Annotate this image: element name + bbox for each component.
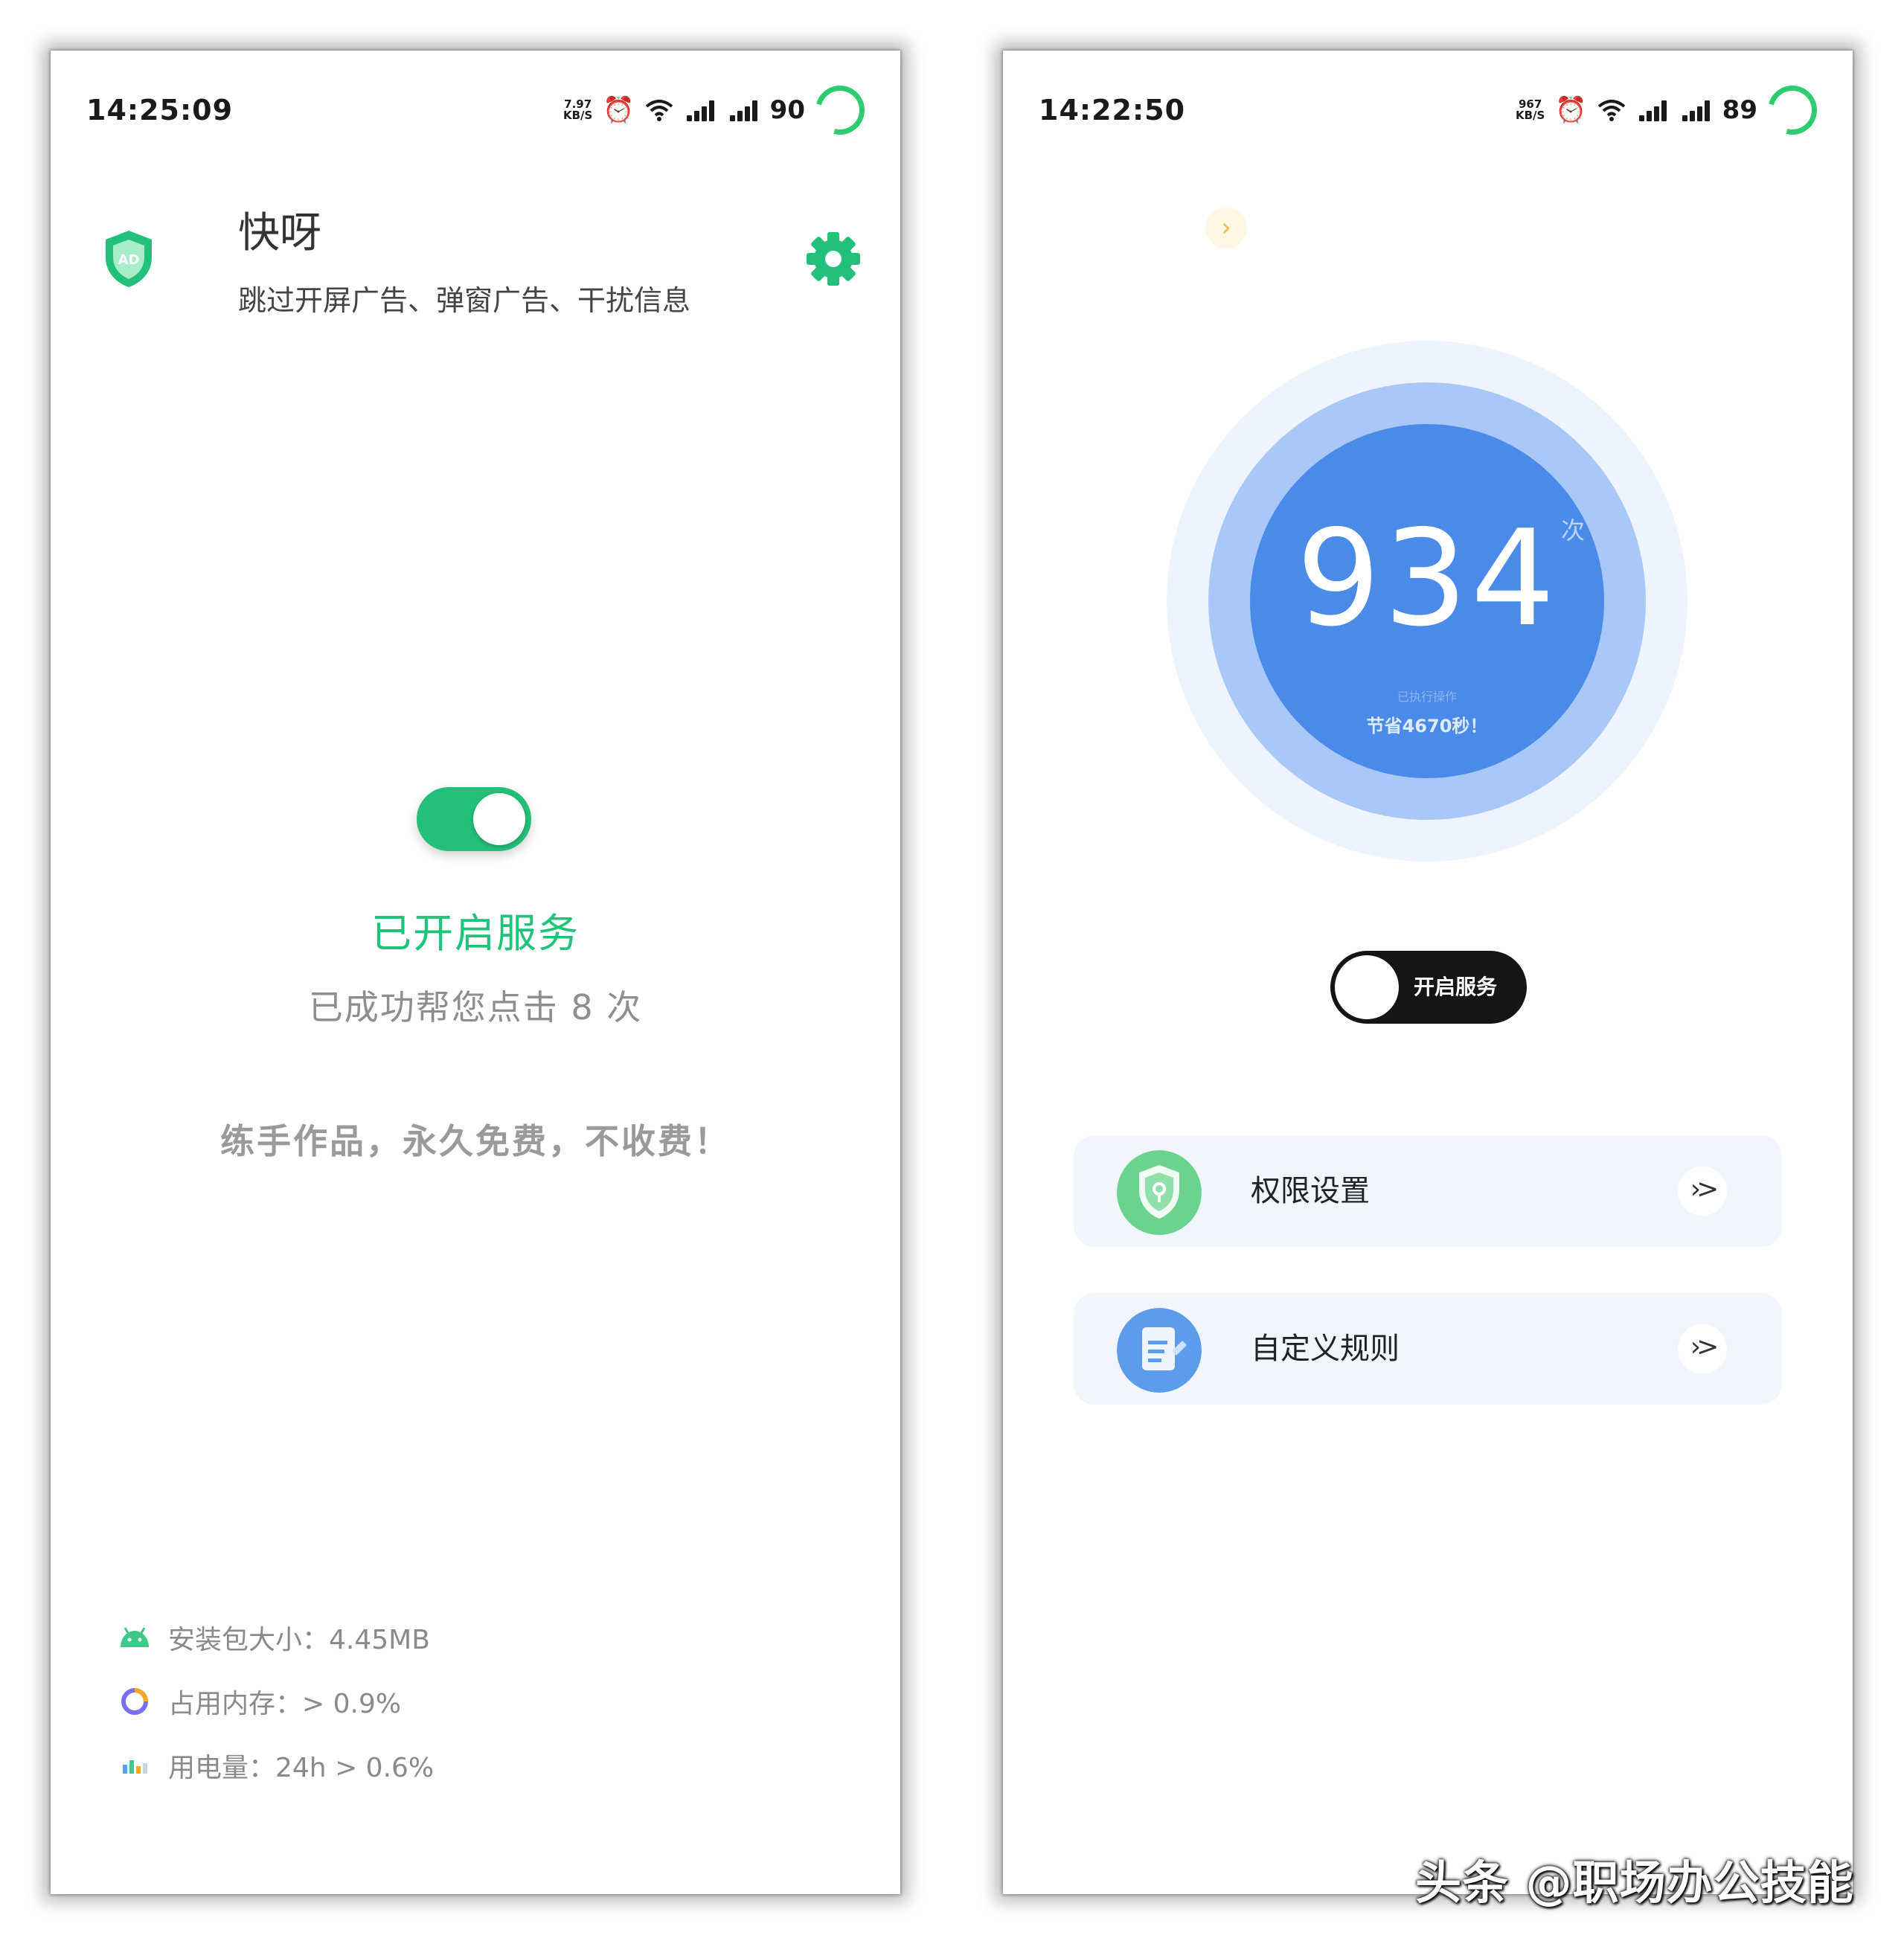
menu-label: 权限设置 [1251,1174,1370,1208]
signal-icon-2 [727,99,760,121]
battery-bars-icon [118,1751,152,1780]
toggle-knob [1335,955,1399,1019]
click-count-text: 已成功帮您点击 8 次 [308,987,643,1027]
battery-level: 90 [769,95,805,125]
menu-item-custom-rules[interactable]: 自定义规则 ›> [1074,1293,1782,1405]
status-icons: 7.97 KB/S ⏰ 90 [562,76,874,144]
watermark: 头条 @职场办公技能 [1415,1855,1854,1910]
service-toggle[interactable] [417,787,531,851]
status-time: 14:22:50 [1039,94,1186,126]
app-stats: 安装包大小：4.45MB 占用内存：> 0.9% 用电量：24h > 0.6% [118,1605,434,1797]
double-chevron-icon: ›> [1678,1167,1727,1216]
svg-text:AD: AD [118,252,140,268]
menu-item-permissions[interactable]: 权限设置 ›> [1074,1135,1782,1247]
app-subtitle: 跳过开屏广告、弹窗广告、干扰信息 [238,284,691,317]
android-icon [118,1623,152,1652]
wifi-icon [645,100,673,121]
counter-unit: 次 [1561,516,1586,545]
status-time: 14:25:09 [86,94,234,126]
menu-label: 自定义规则 [1251,1332,1400,1366]
status-icons: 967 KB/S ⏰ 89 [1515,76,1827,144]
alarm-icon: ⏰ [603,95,635,125]
chevron-right-icon[interactable]: › [1205,207,1247,248]
stat-row-memory: 占用内存：> 0.9% [118,1669,434,1733]
toggle-knob [473,793,525,845]
ad-shield-logo: AD [106,231,152,287]
net-speed: 967 KB/S [1515,97,1545,122]
signal-icon-1 [1636,99,1669,121]
status-bar: 14:25:09 7.97 KB/S ⏰ 90 [86,76,874,144]
status-bar: 14:22:50 967 KB/S ⏰ 89 [1039,76,1827,144]
permission-shield-icon [1117,1150,1202,1235]
signal-icon-2 [1679,99,1712,121]
service-status-label: 已开启服务 [371,910,580,957]
free-note: 练手作品，永久免费，不收费！ [220,1121,731,1161]
service-toggle[interactable]: 开启服务 [1330,951,1527,1024]
comparison-screenshot: 14:25:09 7.97 KB/S ⏰ 90 AD 快呀 跳过开屏广告、弹窗广… [0,0,1904,1944]
stat-row-size: 安装包大小：4.45MB [118,1605,434,1669]
signal-icon-1 [684,99,717,121]
counter-value: 934 [1296,501,1558,655]
phone-left: 14:25:09 7.97 KB/S ⏰ 90 AD 快呀 跳过开屏广告、弹窗广… [51,51,900,1894]
counter-caption: 已执行操作 [1397,690,1457,704]
wifi-icon [1597,100,1625,121]
phone-right: 14:22:50 967 KB/S ⏰ 89 › 934 次 已执行操作 节省4… [1003,51,1853,1894]
double-chevron-icon: ›> [1678,1324,1727,1373]
battery-level: 89 [1722,95,1757,125]
memory-ring-icon [118,1687,152,1716]
app-title: 快呀 [238,209,321,257]
battery-ring-icon [1758,76,1827,144]
alarm-icon: ⏰ [1555,95,1587,125]
time-saved-text: 节省4670秒！ [1366,716,1488,737]
custom-rule-doc-icon [1117,1308,1202,1393]
battery-ring-icon [806,76,874,144]
settings-gear-icon[interactable] [804,229,863,289]
stat-row-battery: 用电量：24h > 0.6% [118,1733,434,1797]
app-header: AD 快呀 跳过开屏广告、弹窗广告、干扰信息 [103,155,863,317]
net-speed: 7.97 KB/S [562,97,593,122]
service-toggle-label: 开启服务 [1414,975,1498,999]
